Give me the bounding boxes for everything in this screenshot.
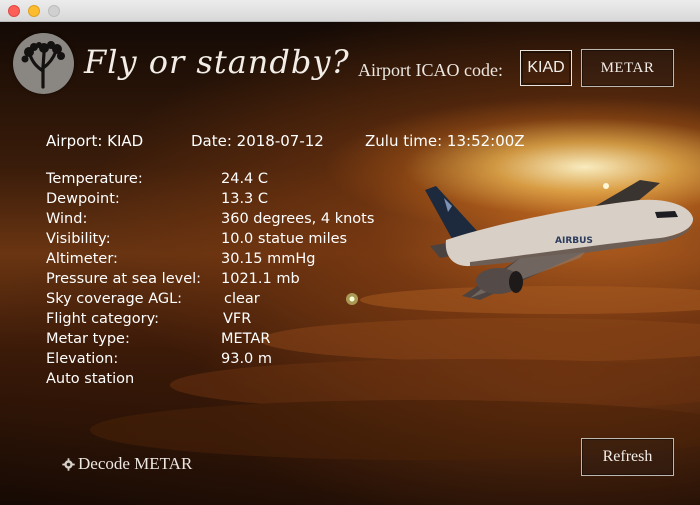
zulu-time-text: Zulu time: 13:52:00Z (365, 132, 525, 150)
app-title: Fly or standby? (84, 43, 350, 81)
metar-type-label: Metar type: (46, 331, 130, 347)
pressure-value: 1021.1 mb (221, 271, 300, 287)
sky-coverage-label: Sky coverage AGL: (46, 291, 183, 307)
icao-code-input[interactable] (520, 50, 572, 86)
dewpoint-value: 13.3 C (221, 191, 269, 207)
airport-text: Airport: KIAD (46, 132, 144, 150)
title-bar (0, 0, 700, 22)
date-text: Date: 2018-07-12 (191, 132, 324, 150)
metar-button[interactable]: METAR (581, 49, 674, 87)
temperature-value: 24.4 C (221, 171, 269, 187)
decode-metar-toggle[interactable]: Decode METAR (62, 454, 192, 474)
visibility-label: Visibility: (46, 231, 111, 247)
close-window-button[interactable] (8, 5, 20, 17)
zoom-window-button[interactable] (48, 5, 60, 17)
app-window: AIRBUS Fly or standby? Airport ICAO code… (0, 0, 700, 505)
wind-value: 360 degrees, 4 knots (221, 211, 375, 227)
wind-label: Wind: (46, 211, 88, 227)
altimeter-label: Altimeter: (46, 251, 118, 267)
decode-metar-label: Decode METAR (78, 454, 193, 473)
gear-icon (62, 457, 75, 471)
pressure-label: Pressure at sea level: (46, 271, 202, 287)
airplane-illustration: AIRBUS (346, 180, 694, 305)
sky-coverage-value: clear (224, 291, 260, 307)
icao-code-label: Airport ICAO code: (358, 60, 503, 80)
elevation-value: 93.0 m (221, 351, 273, 367)
joshua-tree-icon (21, 41, 65, 89)
visibility-value: 10.0 statue miles (221, 231, 348, 247)
altimeter-value: 30.15 mmHg (221, 251, 316, 267)
minimize-window-button[interactable] (28, 5, 40, 17)
elevation-label: Elevation: (46, 351, 119, 367)
auto-station-label: Auto station (46, 371, 135, 387)
temperature-label: Temperature: (46, 171, 143, 187)
app-logo (13, 33, 74, 94)
metar-type-value: METAR (221, 331, 271, 347)
cloud-layer (90, 286, 700, 460)
refresh-button[interactable]: Refresh (581, 438, 674, 476)
flight-category-value: VFR (223, 311, 252, 327)
airbus-livery-text: AIRBUS (555, 236, 593, 246)
dewpoint-label: Dewpoint: (46, 191, 120, 207)
flight-category-label: Flight category: (46, 311, 159, 327)
